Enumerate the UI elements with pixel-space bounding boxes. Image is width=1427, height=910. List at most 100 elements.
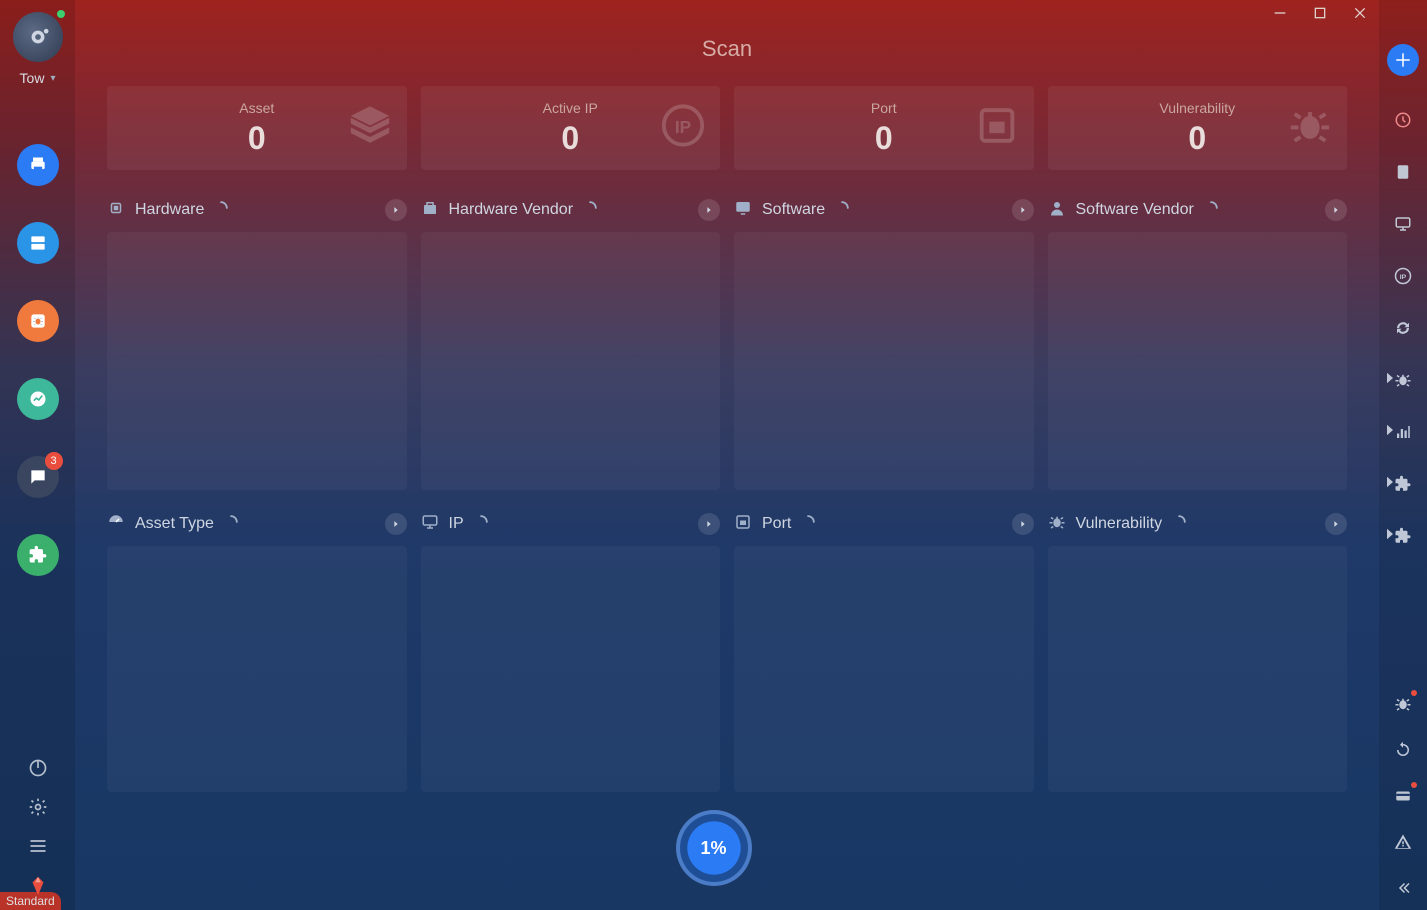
sync-icon[interactable] <box>1391 316 1415 340</box>
panel-ip: IP <box>421 508 721 810</box>
panel-expand-button[interactable] <box>698 199 720 221</box>
panel-expand-button[interactable] <box>1325 513 1347 535</box>
run-puzzle-icon[interactable] <box>1391 472 1415 496</box>
card-icon[interactable] <box>1391 784 1415 808</box>
minimize-button[interactable] <box>1271 4 1289 22</box>
vendor-icon <box>421 199 439 222</box>
panel-header: IP <box>421 508 721 540</box>
stat-value: 0 <box>248 120 266 157</box>
panel-body <box>734 546 1034 792</box>
left-sidebar-bottom <box>0 758 75 902</box>
panel-header: Vulnerability <box>1048 508 1348 540</box>
monitor-icon[interactable] <box>1391 212 1415 236</box>
port-icon <box>974 103 1020 154</box>
panel-software: Software <box>734 194 1034 508</box>
panel-title: Software <box>762 201 825 219</box>
stat-label: Port <box>871 100 897 116</box>
warning-icon[interactable] <box>1391 830 1415 854</box>
panel-body <box>1048 232 1348 490</box>
panel-hardware-vendor: Hardware Vendor <box>421 194 721 508</box>
refresh-icon[interactable] <box>1391 738 1415 762</box>
panel-header: Software <box>734 194 1034 226</box>
panel-hardware: Hardware <box>107 194 407 508</box>
bug-icon <box>1048 513 1066 536</box>
panel-expand-button[interactable] <box>385 199 407 221</box>
gear-icon[interactable] <box>28 797 48 822</box>
close-button[interactable] <box>1351 4 1369 22</box>
panel-vulnerability: Vulnerability <box>1048 508 1348 810</box>
panel-body <box>107 546 407 792</box>
report-icon[interactable] <box>1391 160 1415 184</box>
stat-card-vulnerability[interactable]: Vulnerability 0 <box>1048 86 1348 170</box>
panel-header: Port <box>734 508 1034 540</box>
panel-body <box>734 232 1034 490</box>
panel-expand-button[interactable] <box>698 513 720 535</box>
loading-spinner-icon <box>474 515 488 534</box>
loading-spinner-icon <box>583 201 597 220</box>
add-button[interactable] <box>1387 44 1419 76</box>
tier-badge-icon <box>27 875 49 902</box>
stat-card-asset[interactable]: Asset 0 <box>107 86 407 170</box>
panel-title: Vulnerability <box>1076 515 1163 533</box>
bug-icon <box>1287 103 1333 154</box>
stat-card-port[interactable]: Port 0 <box>734 86 1034 170</box>
panel-title: IP <box>449 515 464 533</box>
panel-title: Software Vendor <box>1076 201 1194 219</box>
stat-label: Vulnerability <box>1159 100 1235 116</box>
scan-progress[interactable]: 1% <box>676 810 752 886</box>
panel-header: Hardware Vendor <box>421 194 721 226</box>
panel-body <box>1048 546 1348 792</box>
person-icon <box>1048 199 1066 222</box>
panel-expand-button[interactable] <box>1012 513 1034 535</box>
stat-value: 0 <box>561 120 579 157</box>
collapse-icon[interactable] <box>1391 876 1415 900</box>
loading-spinner-icon <box>224 515 238 534</box>
panel-body <box>107 232 407 490</box>
nav-extensions[interactable] <box>17 534 59 576</box>
stat-card-active-ip[interactable]: Active IP 0 <box>421 86 721 170</box>
panel-title: Port <box>762 515 791 533</box>
nav-analytics[interactable] <box>17 378 59 420</box>
nav-vulnerability[interactable] <box>17 300 59 342</box>
app-logo[interactable] <box>13 12 63 62</box>
right-sidebar <box>1379 0 1427 910</box>
loading-spinner-icon <box>801 515 815 534</box>
panel-expand-button[interactable] <box>1012 199 1034 221</box>
panel-expand-button[interactable] <box>385 513 407 535</box>
page-title: Scan <box>107 36 1347 62</box>
scan-progress-label: 1% <box>700 838 726 859</box>
loading-spinner-icon <box>214 201 228 220</box>
port-icon <box>734 513 752 536</box>
panel-row-1: Hardware Hardware Vendor Software <box>107 194 1347 508</box>
run-chart-icon[interactable] <box>1391 420 1415 444</box>
ip-icon[interactable] <box>1391 264 1415 288</box>
panel-body <box>421 232 721 490</box>
loading-spinner-icon <box>1172 515 1186 534</box>
run-puzzle2-icon[interactable] <box>1391 524 1415 548</box>
left-sidebar: Tow 3 <box>0 0 75 910</box>
layers-icon <box>347 103 393 154</box>
panel-expand-button[interactable] <box>1325 199 1347 221</box>
loading-spinner-icon <box>1204 201 1218 220</box>
panel-row-2: Asset Type IP Port Vulnerability <box>107 508 1347 810</box>
nav-printer[interactable] <box>17 144 59 186</box>
chat-badge: 3 <box>45 452 63 470</box>
maximize-button[interactable] <box>1311 4 1329 22</box>
panel-header: Asset Type <box>107 508 407 540</box>
stat-value: 0 <box>1188 120 1206 157</box>
workspace-selector[interactable]: Tow <box>20 70 56 86</box>
history-icon[interactable] <box>1391 108 1415 132</box>
run-bug-icon[interactable] <box>1391 368 1415 392</box>
panel-title: Asset Type <box>135 515 214 533</box>
bug-alert-icon[interactable] <box>1391 692 1415 716</box>
loading-spinner-icon <box>835 201 849 220</box>
panel-header: Software Vendor <box>1048 194 1348 226</box>
nav-server[interactable] <box>17 222 59 264</box>
panel-asset-type: Asset Type <box>107 508 407 810</box>
power-icon[interactable] <box>28 758 48 783</box>
nav-chat[interactable]: 3 <box>17 456 59 498</box>
menu-icon[interactable] <box>28 836 48 861</box>
stat-value: 0 <box>875 120 893 157</box>
stat-label: Active IP <box>543 100 598 116</box>
panel-body <box>421 546 721 792</box>
